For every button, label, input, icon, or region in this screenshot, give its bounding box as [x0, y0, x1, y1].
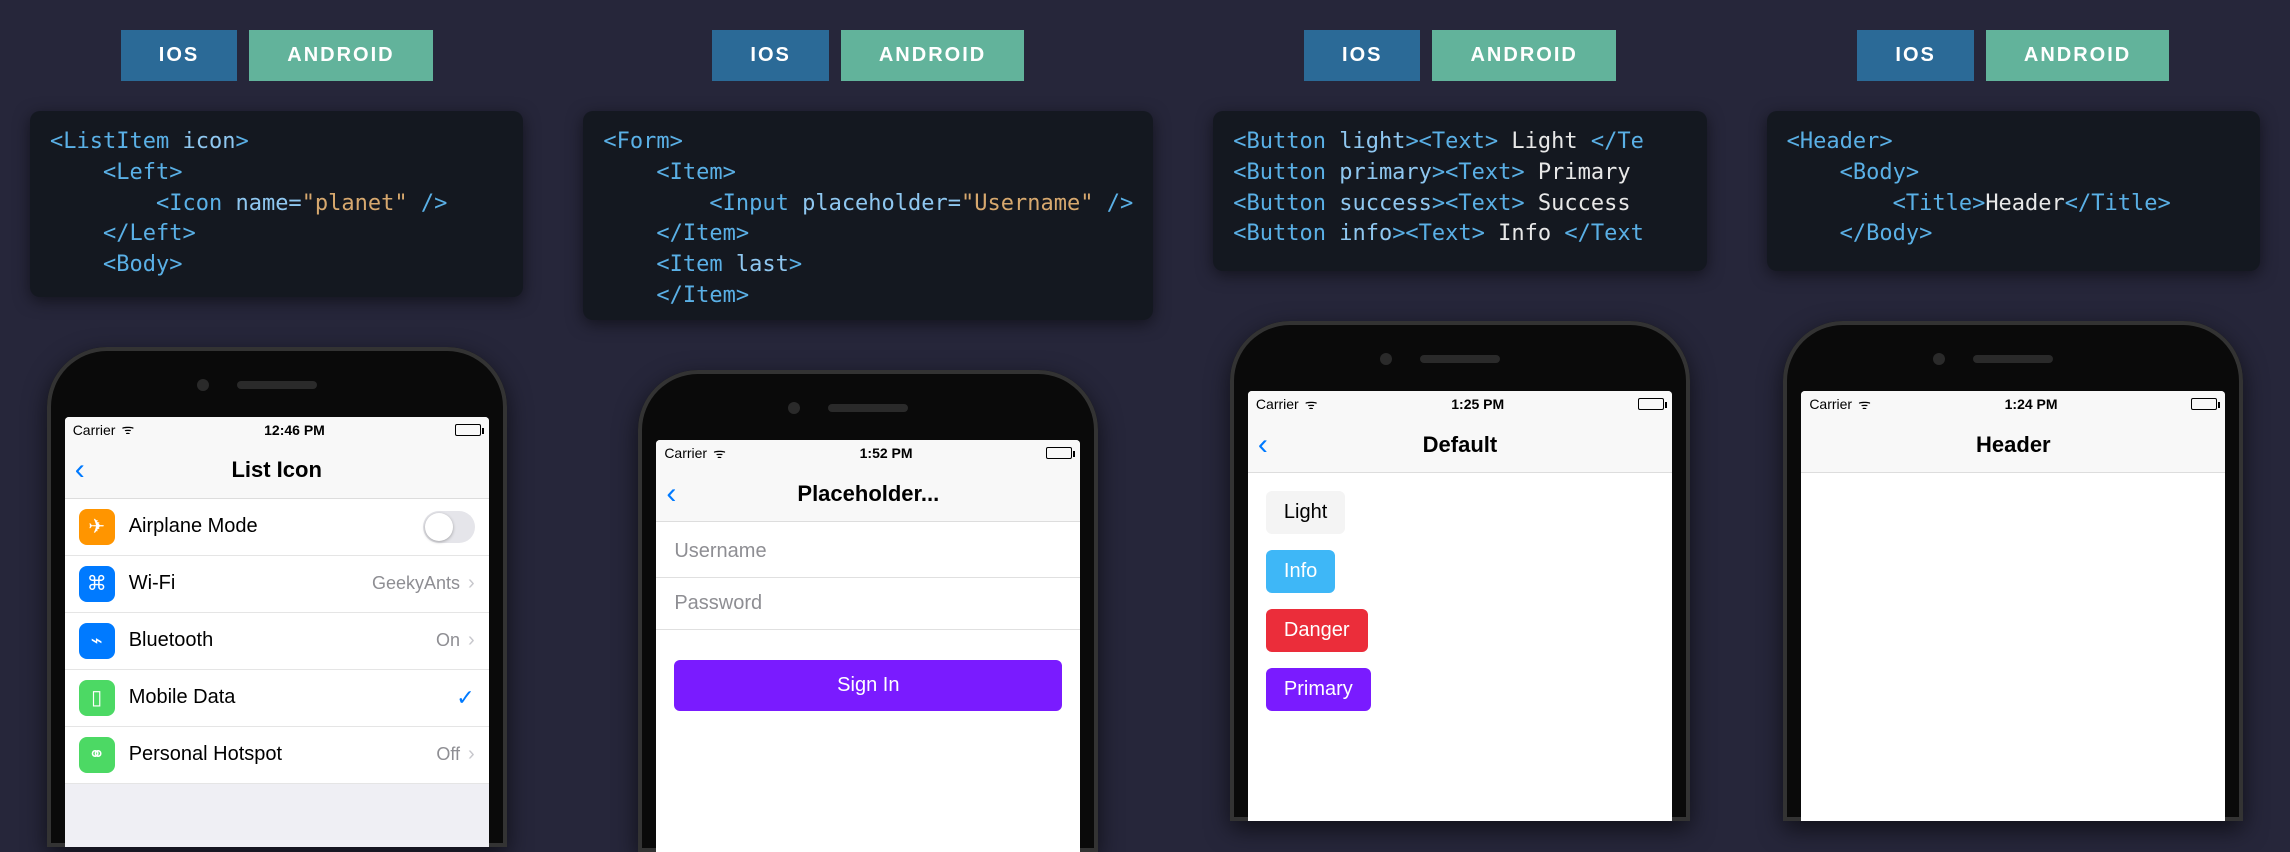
nav-bar: ‹ Placeholder...: [656, 466, 1080, 522]
button-primary[interactable]: Primary: [1266, 668, 1371, 711]
list-item-label: Bluetooth: [129, 629, 214, 652]
tab-ios[interactable]: IOS: [712, 30, 828, 81]
platform-tabs: IOS ANDROID: [1857, 30, 2169, 81]
button-danger[interactable]: Danger: [1266, 609, 1368, 652]
list-item-label: Personal Hotspot: [129, 743, 282, 766]
status-time: 1:52 PM: [860, 445, 913, 461]
wifi-icon: ᯤ: [121, 420, 134, 439]
chevron-right-icon: ›: [468, 629, 475, 652]
list-item-icon: ⚭: [79, 737, 115, 773]
nav-bar: ‹ List Icon: [65, 443, 489, 499]
page-title: Default: [1423, 432, 1498, 458]
code-snippet: <ListItem icon> <Left> <Icon name="plane…: [30, 111, 523, 297]
status-time: 12:46 PM: [264, 422, 325, 438]
list-item-label: Airplane Mode: [129, 515, 258, 538]
carrier-label: Carrier: [1809, 396, 1852, 412]
wifi-icon: ᯤ: [1858, 395, 1871, 414]
input-password[interactable]: Password: [656, 578, 1080, 630]
phone-mockup: Carrier ᯤ 1:24 PM Header: [1783, 321, 2243, 821]
button-light[interactable]: Light: [1266, 491, 1345, 534]
page-title: Header: [1976, 432, 2051, 458]
back-button[interactable]: ‹: [1258, 428, 1268, 462]
list-item-value: GeekyAnts: [372, 573, 460, 594]
battery-icon: [1638, 398, 1664, 410]
list-item[interactable]: ▯ Mobile Data ✓: [65, 670, 489, 727]
chevron-right-icon: ›: [468, 743, 475, 766]
carrier-label: Carrier: [1256, 396, 1299, 412]
tab-android[interactable]: ANDROID: [1432, 30, 1615, 81]
check-icon: ✓: [456, 685, 474, 711]
phone-mockup: Carrier ᯤ 1:25 PM ‹ Default Light Info Dang…: [1230, 321, 1690, 821]
list-item-icon: ⌘: [79, 566, 115, 602]
back-button[interactable]: ‹: [75, 453, 85, 487]
carrier-label: Carrier: [73, 422, 116, 438]
status-bar: Carrier ᯤ 12:46 PM: [65, 417, 489, 443]
nav-bar: Header: [1801, 417, 2225, 473]
status-time: 1:25 PM: [1451, 396, 1504, 412]
nav-bar: ‹ Default: [1248, 417, 1672, 473]
wifi-icon: ᯤ: [1305, 395, 1318, 414]
platform-tabs: IOS ANDROID: [1304, 30, 1616, 81]
list-item-value: On: [436, 630, 460, 651]
list-item-label: Mobile Data: [129, 686, 236, 709]
back-button[interactable]: ‹: [666, 477, 676, 511]
list-item-label: Wi-Fi: [129, 572, 176, 595]
input-username[interactable]: Username: [656, 526, 1080, 578]
page-title: List Icon: [231, 457, 321, 483]
phone-mockup: Carrier ᯤ 1:52 PM ‹ Placeholder... Userna…: [638, 370, 1098, 852]
platform-tabs: IOS ANDROID: [121, 30, 433, 81]
tab-android[interactable]: ANDROID: [1986, 30, 2169, 81]
list-item-icon: ⌁: [79, 623, 115, 659]
list-item-icon: ▯: [79, 680, 115, 716]
list-item[interactable]: ⚭ Personal Hotspot Off ›: [65, 727, 489, 784]
page-title: Placeholder...: [797, 481, 939, 507]
tab-android[interactable]: ANDROID: [249, 30, 432, 81]
list-item[interactable]: ✈ Airplane Mode: [65, 499, 489, 556]
tab-android[interactable]: ANDROID: [841, 30, 1024, 81]
list-item-icon: ✈: [79, 509, 115, 545]
list-item[interactable]: ⌘ Wi-Fi GeekyAnts ›: [65, 556, 489, 613]
code-snippet: <Form> <Item> <Input placeholder="Userna…: [583, 111, 1153, 320]
status-bar: Carrier ᯤ 1:24 PM: [1801, 391, 2225, 417]
status-time: 1:24 PM: [2005, 396, 2058, 412]
status-bar: Carrier ᯤ 1:52 PM: [656, 440, 1080, 466]
battery-icon: [455, 424, 481, 436]
platform-tabs: IOS ANDROID: [712, 30, 1024, 81]
wifi-icon: ᯤ: [713, 444, 726, 463]
toggle-switch[interactable]: [423, 511, 475, 543]
tab-ios[interactable]: IOS: [1304, 30, 1420, 81]
list-item[interactable]: ⌁ Bluetooth On ›: [65, 613, 489, 670]
tab-ios[interactable]: IOS: [1857, 30, 1973, 81]
signin-button[interactable]: Sign In: [674, 660, 1062, 711]
status-bar: Carrier ᯤ 1:25 PM: [1248, 391, 1672, 417]
carrier-label: Carrier: [664, 445, 707, 461]
tab-ios[interactable]: IOS: [121, 30, 237, 81]
battery-icon: [1046, 447, 1072, 459]
chevron-right-icon: ›: [468, 572, 475, 595]
code-snippet: <Header> <Body> <Title>Header</Title> </…: [1767, 111, 2260, 271]
phone-mockup: Carrier ᯤ 12:46 PM ‹ List Icon ✈ Airplane…: [47, 347, 507, 847]
battery-icon: [2191, 398, 2217, 410]
button-info[interactable]: Info: [1266, 550, 1335, 593]
code-snippet: <Button light><Text> Light </Te <Button …: [1213, 111, 1706, 271]
list-item-value: Off: [436, 744, 460, 765]
